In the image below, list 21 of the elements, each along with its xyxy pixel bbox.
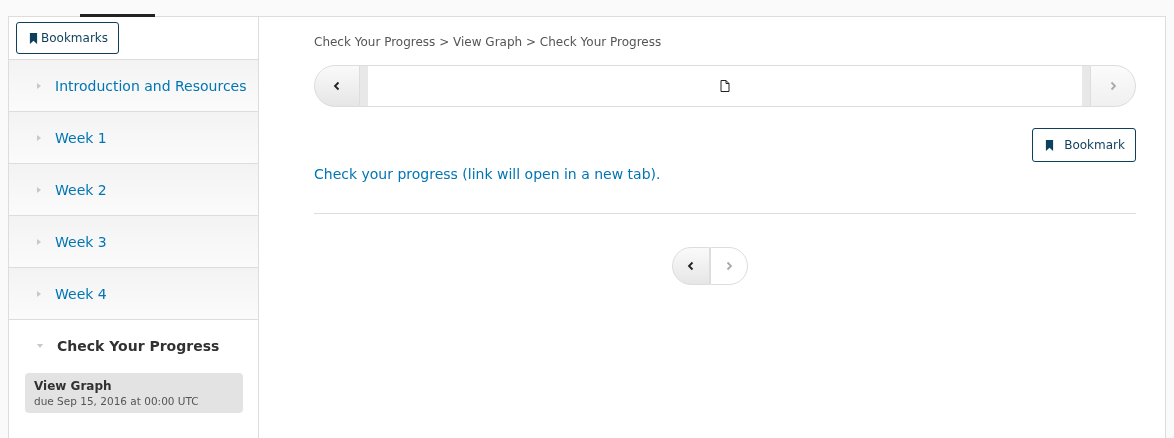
bookmark-icon <box>29 32 38 44</box>
bookmark-button[interactable]: Bookmark <box>1032 128 1136 162</box>
section-item[interactable]: Week 4 <box>9 268 258 320</box>
subsection-title: View Graph <box>34 379 113 393</box>
breadcrumb: Check Your Progress > View Graph > Check Your Progress <box>314 35 663 49</box>
section-item[interactable]: Introduction and Resources <box>9 60 258 112</box>
chevron-left-icon <box>686 261 696 271</box>
section-item[interactable]: Week 3 <box>9 216 258 268</box>
section-item[interactable]: Week 1 <box>9 112 258 164</box>
previous-button[interactable] <box>314 65 360 107</box>
document-icon[interactable] <box>720 80 730 92</box>
progress-link[interactable]: Check your progress (link will open in a new tab). <box>314 166 661 182</box>
section-item[interactable]: Week 2 <box>9 164 258 216</box>
subsection-item[interactable]: View Graph due Sep 15, 2016 at 00:00 UTC <box>25 373 243 413</box>
previous-button[interactable] <box>672 247 710 285</box>
chevron-right-icon <box>724 261 734 271</box>
bookmarks-button[interactable]: Bookmarks <box>16 22 120 54</box>
chevron-right-icon <box>1108 81 1118 91</box>
chevron-left-icon <box>332 81 342 91</box>
due-date: due Sep 15, 2016 at 00:00 UTC <box>34 395 200 407</box>
bookmark-icon <box>1045 139 1055 151</box>
